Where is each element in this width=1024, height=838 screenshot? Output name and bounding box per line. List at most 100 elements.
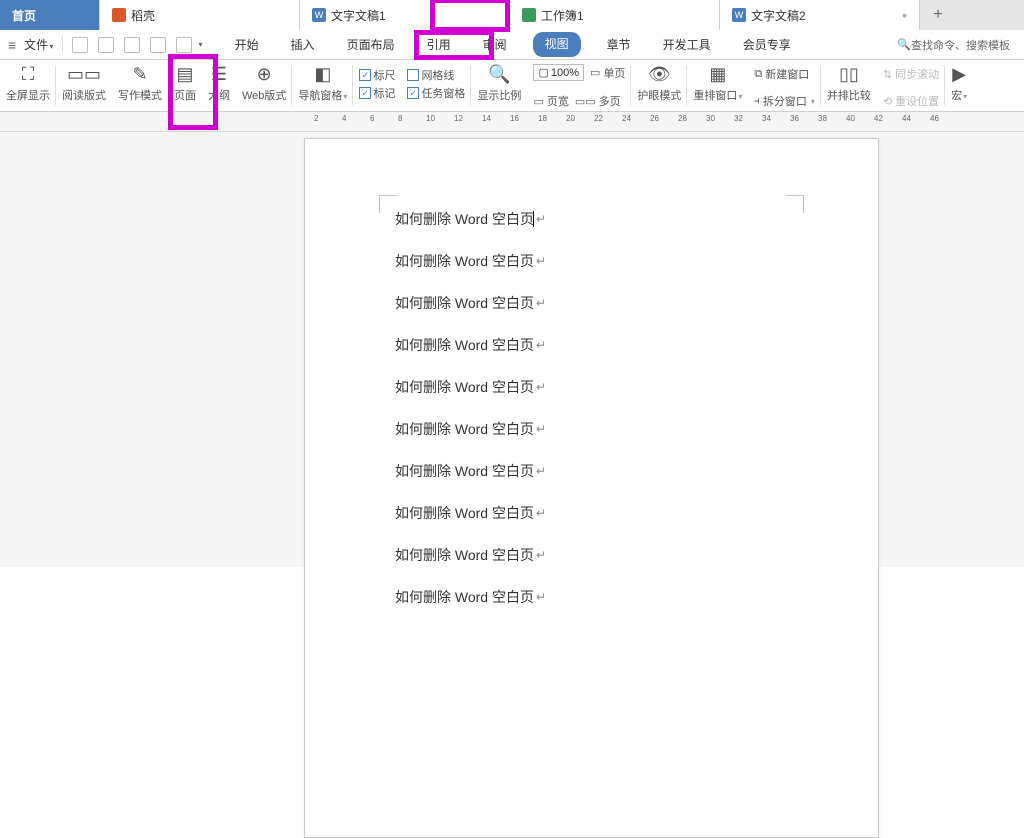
tab-label: 文字文稿2 <box>751 7 806 24</box>
tab-label: 稻壳 <box>131 7 155 24</box>
tab-home[interactable]: 首页 <box>0 0 100 30</box>
pagemode-button[interactable]: ▤页面 <box>174 63 196 103</box>
ruler-tick: 34 <box>762 114 771 123</box>
qa-print-icon[interactable] <box>98 37 114 53</box>
paragraph-text: 如何删除 Word 空白页 <box>395 545 534 565</box>
paragraph-mark-icon: ↵ <box>536 590 546 604</box>
ruler-tick: 46 <box>930 114 939 123</box>
outline-icon: ☰ <box>211 63 227 85</box>
ruler-tick: 6 <box>370 114 374 123</box>
app-menu-icon[interactable]: ≡ <box>8 37 16 53</box>
menu-layout[interactable]: 页面布局 <box>341 32 401 57</box>
chevron-down-icon: ▾ <box>738 92 742 101</box>
multipage-button[interactable]: ▭▭ 多页 <box>575 93 621 109</box>
chk-grid[interactable]: 网格线 <box>407 67 454 83</box>
readmode-button[interactable]: ▭▭阅读版式 <box>62 63 106 103</box>
zoom-value[interactable]: ▢ 100% <box>533 64 584 81</box>
paragraph-mark-icon: ↵ <box>536 548 546 562</box>
document-page[interactable]: 如何删除 Word 空白页↵如何删除 Word 空白页↵如何删除 Word 空白… <box>304 138 879 838</box>
menu-dev[interactable]: 开发工具 <box>657 32 717 57</box>
tab-label: 首页 <box>12 7 36 24</box>
paragraph[interactable]: 如何删除 Word 空白页↵ <box>395 545 788 565</box>
navpane-icon: ◧ <box>314 63 331 85</box>
fullscreen-button[interactable]: ⛶全屏显示 <box>6 63 50 103</box>
eye-icon: 👁 <box>648 63 671 85</box>
paragraph[interactable]: 如何删除 Word 空白页↵ <box>395 251 788 271</box>
add-tab-button[interactable]: + <box>920 0 956 30</box>
rearrange-button[interactable]: ▦重排窗口▾ <box>693 63 742 103</box>
word-icon: W <box>732 8 746 22</box>
macro-icon: ▶ <box>952 63 966 85</box>
paragraph-text: 如何删除 Word 空白页 <box>395 209 534 229</box>
qa-redo-icon[interactable] <box>176 37 192 53</box>
paragraph[interactable]: 如何删除 Word 空白页↵ <box>395 209 788 229</box>
sheet-icon <box>522 8 536 22</box>
paragraph-mark-icon: ↵ <box>536 296 546 310</box>
main-menu: 开始 插入 页面布局 引用 审阅 视图 章节 开发工具 会员专享 <box>229 32 797 57</box>
qa-undo-icon[interactable] <box>150 37 166 53</box>
ruler-tick: 30 <box>706 114 715 123</box>
zoomscale-button[interactable]: 🔍显示比例 <box>477 63 521 103</box>
eyecare-button[interactable]: 👁护眼模式 <box>637 63 681 103</box>
chk-mark[interactable]: ✓标记 <box>359 85 395 101</box>
tab-doc2[interactable]: W 文字文稿2 • <box>720 0 920 30</box>
paragraph[interactable]: 如何删除 Word 空白页↵ <box>395 335 788 355</box>
tab-daoke[interactable]: 稻壳 <box>100 0 300 30</box>
ruler-tick: 24 <box>622 114 631 123</box>
menu-vip[interactable]: 会员专享 <box>737 32 797 57</box>
ruler: 2468101214161820222426283032343638404244… <box>0 112 1024 132</box>
qa-dropdown-icon[interactable]: ▾ <box>199 40 203 49</box>
outline-button[interactable]: ☰大纲 <box>208 63 230 103</box>
compare-icon: ▯▯ <box>839 63 859 85</box>
ruler-tick: 38 <box>818 114 827 123</box>
ruler-tick: 2 <box>314 114 318 123</box>
windows-icon: ▦ <box>709 63 726 85</box>
splitwin-button[interactable]: ⫞ 拆分窗口▾ <box>754 93 815 109</box>
chevron-down-icon: ▾ <box>811 97 815 106</box>
tab-doc1[interactable]: W 文字文稿1 <box>300 0 510 30</box>
paragraph[interactable]: 如何删除 Word 空白页↵ <box>395 461 788 481</box>
ruler-tick: 28 <box>678 114 687 123</box>
writemode-button[interactable]: ✎写作模式 <box>118 63 162 103</box>
navpane-button[interactable]: ◧导航窗格▾ <box>298 63 347 103</box>
qa-save-icon[interactable] <box>72 37 88 53</box>
chevron-down-icon: ▾ <box>963 92 967 101</box>
paragraph[interactable]: 如何删除 Word 空白页↵ <box>395 419 788 439</box>
search-box[interactable]: 🔍 查找命令、搜索模板 <box>891 35 1016 55</box>
ruler-tick: 26 <box>650 114 659 123</box>
ruler-tick: 20 <box>566 114 575 123</box>
ruler-tick: 4 <box>342 114 346 123</box>
menu-chapter[interactable]: 章节 <box>601 32 637 57</box>
margin-corner <box>379 195 397 213</box>
menu-review[interactable]: 审阅 <box>477 32 513 57</box>
ruler-tick: 12 <box>454 114 463 123</box>
macro-button[interactable]: ▶宏▾ <box>951 63 967 103</box>
tab-workbook1[interactable]: 工作簿1 <box>510 0 720 30</box>
file-menu[interactable]: 文件 ▾ <box>24 36 53 53</box>
ribbon-view: ⛶全屏显示 ▭▭阅读版式 ✎写作模式 ▤页面 ☰大纲 ⊕Web版式 ◧导航窗格▾… <box>0 60 1024 112</box>
ruler-tick: 36 <box>790 114 799 123</box>
paragraph-mark-icon: ↵ <box>536 464 546 478</box>
webmode-button[interactable]: ⊕Web版式 <box>242 63 286 103</box>
newwin-button[interactable]: ⧉ 新建窗口 <box>754 66 809 82</box>
paragraph[interactable]: 如何删除 Word 空白页↵ <box>395 293 788 313</box>
search-icon: 🔍 <box>897 38 911 51</box>
menu-view[interactable]: 视图 <box>533 32 581 57</box>
onepage-button[interactable]: ▭ 单页 <box>590 65 625 81</box>
qa-preview-icon[interactable] <box>124 37 140 53</box>
menu-insert[interactable]: 插入 <box>285 32 321 57</box>
menu-start[interactable]: 开始 <box>229 32 265 57</box>
paragraph[interactable]: 如何删除 Word 空白页↵ <box>395 377 788 397</box>
paragraph-text: 如何删除 Word 空白页 <box>395 587 534 607</box>
ruler-tick: 44 <box>902 114 911 123</box>
chk-ruler[interactable]: ✓标尺 <box>359 67 395 83</box>
chk-taskpane[interactable]: ✓任务窗格 <box>407 85 465 101</box>
pagewidth-button[interactable]: ▭ 页宽 <box>533 93 568 109</box>
paragraph[interactable]: 如何删除 Word 空白页↵ <box>395 503 788 523</box>
menu-ref[interactable]: 引用 <box>421 32 457 57</box>
pen-icon: ✎ <box>132 63 147 85</box>
paragraph-text: 如何删除 Word 空白页 <box>395 503 534 523</box>
compare-button[interactable]: ▯▯并排比较 <box>827 63 871 103</box>
paragraph[interactable]: 如何删除 Word 空白页↵ <box>395 587 788 607</box>
paragraph-mark-icon: ↵ <box>536 506 546 520</box>
